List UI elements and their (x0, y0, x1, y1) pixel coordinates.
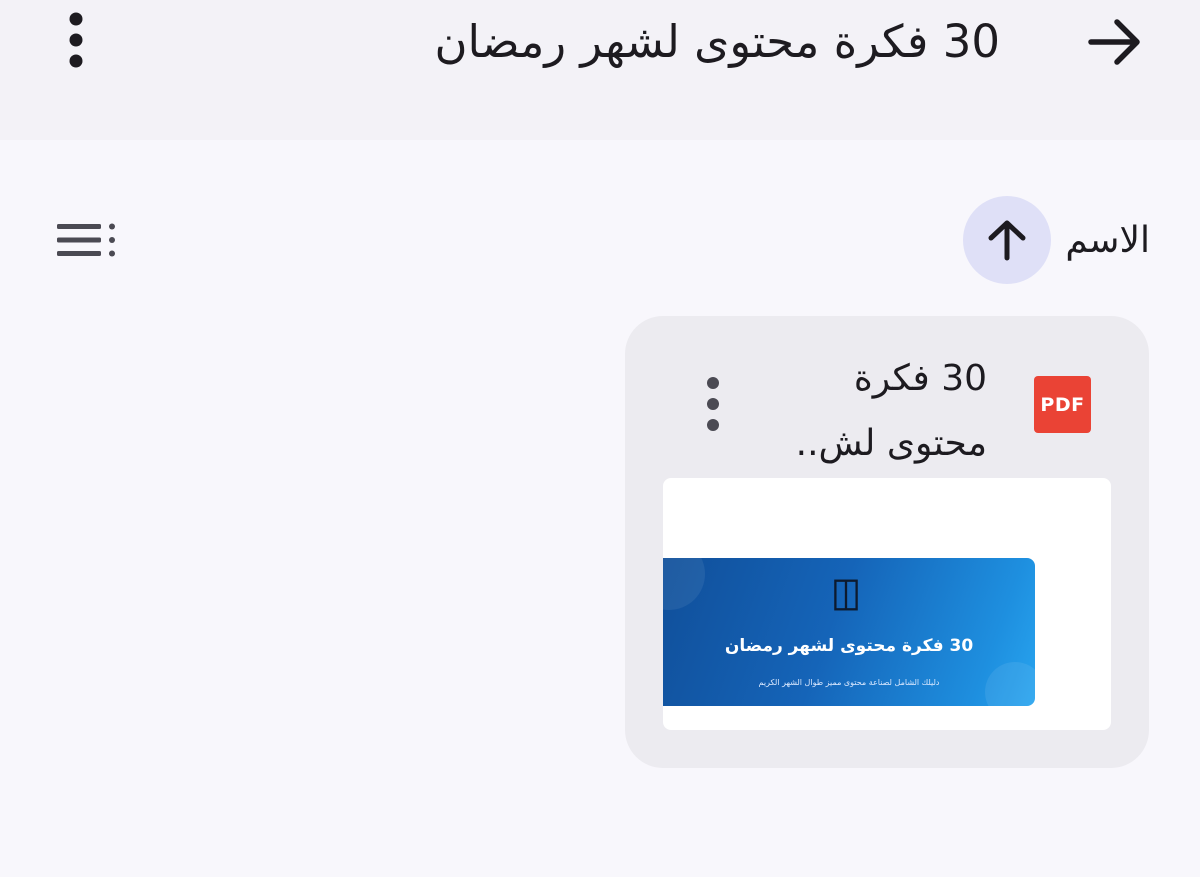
thumbnail-banner: 30 فكرة محتوى لشهر رمضان دليلك الشامل لص… (663, 558, 1035, 706)
arrow-up-icon (988, 220, 1026, 261)
thumbnail-subtitle: دليلك الشامل لصناعة محتوى مميز طوال الشه… (758, 678, 940, 687)
sort-label: الاسم (1065, 219, 1150, 261)
file-name: 30 فكرة محتوى لش.. (795, 358, 987, 464)
file-options-button[interactable] (691, 372, 735, 436)
pdf-file-icon: PDF (1034, 376, 1091, 433)
page-title: 30 فكرة محتوى لشهر رمضان (434, 15, 1001, 68)
more-vertical-icon (69, 12, 83, 68)
more-vertical-icon (707, 377, 719, 431)
sort-direction-button[interactable] (963, 196, 1052, 284)
missing-glyph-icon (834, 579, 858, 611)
thumbnail-title: 30 فكرة محتوى لشهر رمضان (724, 636, 974, 656)
file-card[interactable]: PDF 30 فكرة محتوى لش.. 30 فكرة محتوى لشه… (625, 316, 1149, 768)
file-thumbnail: 30 فكرة محتوى لشهر رمضان دليلك الشامل لص… (663, 478, 1111, 730)
arrow-right-icon (1088, 19, 1140, 65)
view-toggle-button[interactable] (52, 212, 124, 268)
more-options-button[interactable] (40, 0, 112, 80)
sort-bar: الاسم (963, 196, 1150, 284)
list-view-icon (57, 223, 115, 257)
back-button[interactable] (1070, 0, 1160, 84)
top-app-bar: 30 فكرة محتوى لشهر رمضان (0, 0, 1200, 140)
